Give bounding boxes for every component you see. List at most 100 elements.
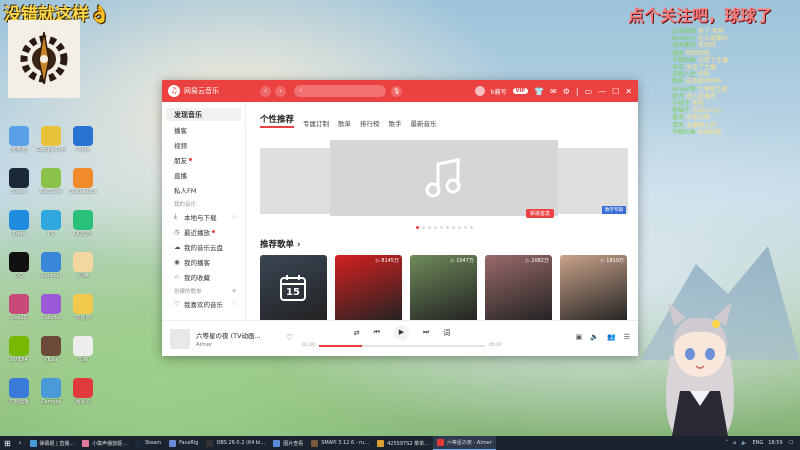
microphone-icon[interactable]: 🎙	[391, 85, 402, 97]
mini-mode-icon[interactable]: ▭	[585, 87, 593, 96]
playlist-card[interactable]: ▷ 1047万欧美小众｜聆听轻盈美感	[410, 255, 477, 320]
banner-next[interactable]	[558, 148, 628, 214]
taskbar-app[interactable]: OBS 26.0.2 (64 bi...	[202, 436, 269, 450]
maximize-icon[interactable]: ☐	[612, 87, 619, 96]
content-tab[interactable]: 排行榜	[360, 118, 380, 128]
volume-icon[interactable]: 🔈	[590, 333, 599, 341]
search-input[interactable]: ⌕	[294, 85, 386, 97]
play-button[interactable]: ▶	[393, 325, 409, 340]
volume-tray-icon[interactable]: 🔈	[741, 440, 747, 446]
now-playing-artist[interactable]: Aimer	[196, 342, 288, 348]
mail-icon[interactable]: ✉	[550, 87, 557, 96]
quality-icon[interactable]: ▣	[576, 333, 583, 341]
taskbar-app[interactable]: 弹幕姬 | 直播...	[26, 436, 79, 450]
desktop-icon[interactable]: 原神	[68, 252, 98, 279]
tshirt-skin-icon[interactable]: 👕	[534, 87, 544, 96]
desktop-icon[interactable]: Genshin	[36, 252, 66, 279]
sidebar-item[interactable]: ☁ 我的音乐云盘	[166, 240, 241, 253]
carousel-dot[interactable]	[463, 226, 467, 229]
content-tab[interactable]: 歌单	[338, 118, 351, 128]
carousel-dot[interactable]	[433, 226, 437, 229]
sidebar-item[interactable]: 朋友	[166, 153, 241, 166]
content-tab[interactable]: 个性推荐	[260, 113, 295, 128]
desktop-icon[interactable]: Overwatch	[68, 168, 98, 195]
minimize-icon[interactable]: —	[598, 87, 606, 96]
desktop-icon[interactable]: Steam	[4, 168, 34, 195]
now-playing-cover[interactable]	[170, 328, 190, 349]
playlist-cover[interactable]: 15	[260, 255, 327, 320]
sidebar-item[interactable]: ◉ 我的播客	[166, 255, 241, 268]
progress-bar[interactable]	[318, 344, 486, 347]
banner-prev[interactable]	[260, 148, 330, 214]
content-tab[interactable]: 专属订制	[303, 118, 329, 128]
playlist-card[interactable]: 15每日歌曲推荐	[260, 255, 327, 320]
content-tab[interactable]: 歌手	[389, 118, 402, 128]
previous-track-icon[interactable]: ⏮	[374, 328, 380, 337]
playlist-cover[interactable]: ▷ 1047万	[410, 255, 477, 320]
sidebar-item[interactable]: 播客	[166, 123, 241, 136]
carousel-dot[interactable]	[427, 226, 431, 229]
content-tab[interactable]: 最新音乐	[411, 118, 437, 128]
sidebar-item[interactable]: ⤓ 本地与下载 ◌	[166, 210, 241, 223]
desktop-icon[interactable]: Edge	[4, 210, 34, 237]
back-arrow-icon[interactable]: ‹	[260, 85, 271, 97]
user-avatar[interactable]	[474, 86, 485, 96]
taskbar-app[interactable]: FaceRig	[165, 436, 202, 450]
desktop-icon[interactable]: 此电脑	[4, 126, 34, 153]
taskbar-app[interactable]: Steam	[131, 436, 165, 450]
tray-arrow-icon[interactable]: ˄	[726, 440, 729, 446]
banner-current[interactable]	[330, 140, 558, 216]
playlist-queue-icon[interactable]: ☰	[624, 333, 630, 341]
carousel-dot[interactable]	[415, 226, 419, 229]
carousel-dot[interactable]	[439, 226, 443, 229]
notification-icon[interactable]: 🗨	[788, 440, 794, 446]
playlist-cover[interactable]: ▷ 1819万	[560, 255, 627, 320]
carousel-dot[interactable]	[421, 226, 425, 229]
lyrics-icon[interactable]: 词	[443, 328, 450, 338]
carousel-dot[interactable]	[469, 226, 473, 229]
playlist-card[interactable]: ▷ 8145万今天从《ソレゾレ》听起	[335, 255, 402, 320]
language-indicator[interactable]: ENG	[752, 440, 763, 446]
desktop-icon[interactable]: 文档	[68, 336, 98, 363]
desktop-icon[interactable]: Unity	[68, 126, 98, 153]
start-button[interactable]: ⊞	[0, 436, 15, 450]
forward-arrow-icon[interactable]: ›	[275, 85, 286, 97]
desktop-icon[interactable]: PS	[36, 210, 66, 237]
listen-together-icon[interactable]: 👥	[607, 333, 616, 341]
carousel-dot[interactable]	[457, 226, 461, 229]
desktop-icon[interactable]: WeGame	[36, 168, 66, 195]
recommended-playlists-title[interactable]: 推荐歌单 ›	[260, 238, 628, 250]
banner-carousel[interactable]: 新歌首发 数字专辑	[260, 140, 628, 222]
desktop-icon[interactable]: Colorful	[36, 294, 66, 321]
sidebar-item[interactable]: ◷ 最近播放	[166, 225, 241, 238]
sidebar-item[interactable]: 直播	[166, 168, 241, 181]
sidebar-item[interactable]: ☆ 我的收藏	[166, 270, 241, 283]
playlist-card[interactable]: ▷ 1819万时光节奏|听到秋意上最新	[560, 255, 627, 320]
settings-gear-icon[interactable]: ⚙	[563, 87, 570, 96]
username[interactable]: b酱写	[491, 87, 507, 96]
desktop-icon[interactable]: VTube	[36, 336, 66, 363]
sidebar-item[interactable]: 发现音乐	[166, 108, 241, 121]
next-track-icon[interactable]: ⏭	[423, 328, 429, 337]
desktop-icon[interactable]: 文件夹	[68, 294, 98, 321]
sidebar-item[interactable]: ♡ 我喜欢的音乐 ♡	[166, 297, 241, 310]
heart-mode-icon[interactable]: ♡	[232, 300, 237, 307]
desktop-icon[interactable]: QQ	[4, 252, 34, 279]
play-mode-icon[interactable]: ⇄	[354, 329, 360, 337]
playlist-cover[interactable]: ▷ 2082万	[485, 255, 552, 320]
like-heart-icon[interactable]: ♡	[286, 333, 293, 342]
sidebar-item[interactable]: 视频	[166, 138, 241, 151]
taskbar-app[interactable]: 小葵声播放姬...	[78, 436, 131, 450]
carousel-dot[interactable]	[445, 226, 449, 229]
desktop-icon[interactable]: NVIDIA	[4, 336, 34, 363]
taskbar-app[interactable]: SMAPI 3.12.6 - ru...	[307, 436, 373, 450]
desktop-icon[interactable]: Google Chrome	[36, 126, 66, 153]
playlist-card[interactable]: ▷ 2082万『泰维女声』那些旋律	[485, 255, 552, 320]
network-icon[interactable]: ⌂	[733, 440, 736, 446]
desktop-icon[interactable]: Live2D	[4, 294, 34, 321]
playlist-cover[interactable]: ▷ 8145万	[335, 255, 402, 320]
desktop-icon[interactable]: QQ音乐	[68, 210, 98, 237]
taskbar-app[interactable]: 图片查看	[269, 436, 307, 450]
carousel-dot[interactable]	[451, 226, 455, 229]
desktop-icon[interactable]: Camera	[36, 378, 66, 405]
